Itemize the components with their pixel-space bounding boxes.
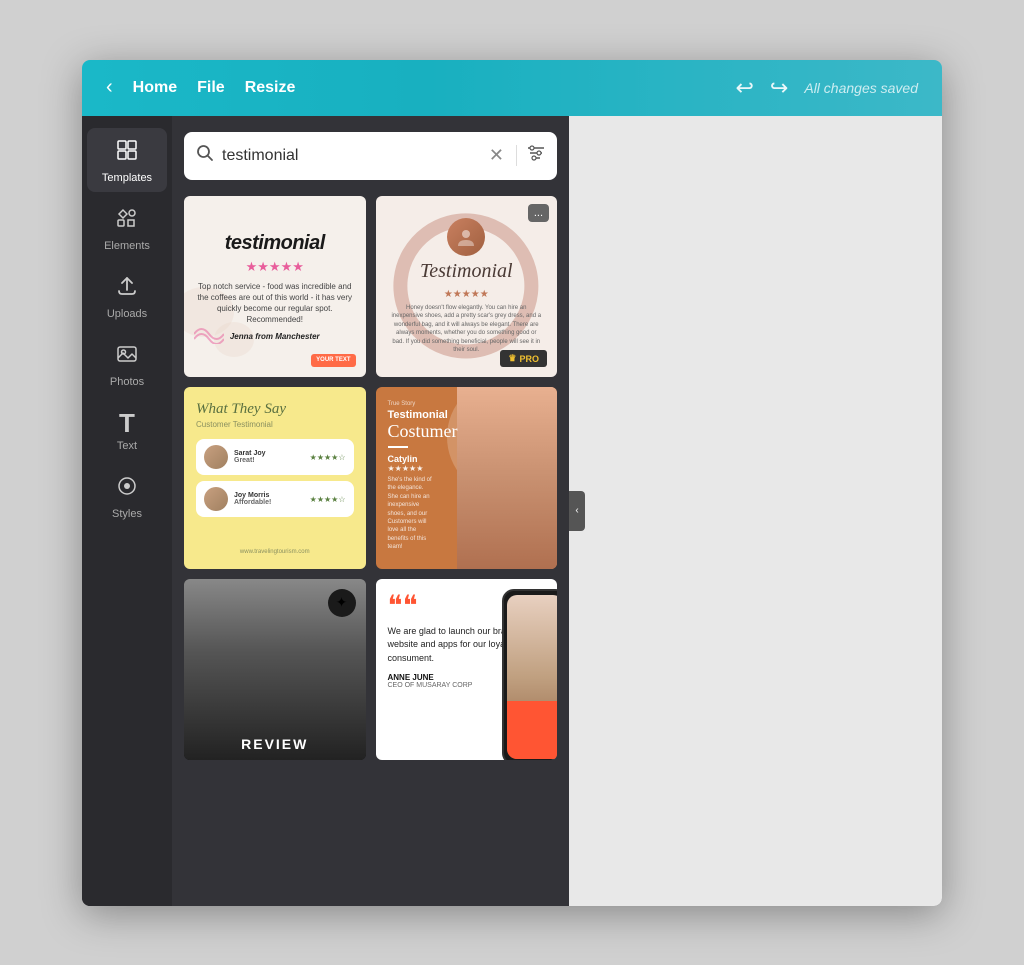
undo-button[interactable]: ↩ <box>735 75 753 101</box>
template-card-2[interactable]: Testimonial ★★★★★ Honey doesn't flow ele… <box>376 196 558 378</box>
card4-stars: ★★★★★ <box>388 464 475 473</box>
file-nav[interactable]: File <box>197 79 225 97</box>
search-icon <box>196 144 214 167</box>
sidebar-item-uploads[interactable]: Uploads <box>87 264 167 328</box>
card2-more-button[interactable]: ... <box>528 204 549 222</box>
search-input[interactable] <box>222 147 481 165</box>
elements-icon <box>115 206 139 236</box>
template-card-1[interactable]: testimonial ★★★★★ Top notch service - fo… <box>184 196 366 378</box>
card4-divider <box>388 446 408 448</box>
search-clear-button[interactable]: ✕ <box>489 145 504 166</box>
card4-name: Catylin <box>388 454 475 464</box>
templates-grid: testimonial ★★★★★ Top notch service - fo… <box>184 196 557 777</box>
card4-title1: Testimonial <box>388 409 475 421</box>
sidebar-item-text[interactable]: T Text <box>87 400 167 460</box>
save-status: All changes saved <box>804 80 918 96</box>
text-icon: T <box>119 410 135 436</box>
redo-button[interactable]: ↪ <box>770 75 788 101</box>
sidebar-styles-label: Styles <box>112 508 142 520</box>
templates-icon <box>115 138 139 168</box>
card1-body: Top notch service - food was incredible … <box>196 281 354 326</box>
home-nav[interactable]: Home <box>133 79 177 97</box>
resize-nav[interactable]: Resize <box>245 79 296 97</box>
top-bar-left: ‹ Home File Resize <box>106 76 295 99</box>
card4-quote: She's the kind of the elegance. She can … <box>388 476 436 552</box>
sidebar-item-styles[interactable]: Styles <box>87 464 167 528</box>
card4-small-label: True Story <box>388 401 475 407</box>
sidebar-item-photos[interactable]: Photos <box>87 332 167 396</box>
main-content: Templates Elements <box>82 116 942 906</box>
template-card-6[interactable]: ❝❝ We are glad to launch our brand new w… <box>376 579 558 761</box>
card1-stars: ★★★★★ <box>196 259 354 275</box>
card2-title: Testimonial <box>420 260 513 283</box>
card1-author: Jenna from Manchester <box>196 332 354 341</box>
template-card-3[interactable]: What They Say Customer Testimonial Sarat… <box>184 387 366 569</box>
template-card-4[interactable]: True Story Testimonial Costumer Catylin … <box>376 387 558 569</box>
sidebar-elements-label: Elements <box>104 240 150 252</box>
card4-title2: Costumer <box>388 421 475 442</box>
uploads-icon <box>115 274 139 304</box>
search-bar: ✕ <box>184 132 557 180</box>
sidebar-photos-label: Photos <box>110 376 144 388</box>
templates-panel: ✕ <box>172 116 569 906</box>
card2-body: Honey doesn't flow elegantly. You can hi… <box>390 304 544 354</box>
sidebar-item-elements[interactable]: Elements <box>87 196 167 260</box>
panel-collapse-button[interactable]: ‹ <box>569 491 585 531</box>
sidebar-text-label: Text <box>117 440 137 452</box>
sidebar-templates-label: Templates <box>102 172 152 184</box>
styles-icon <box>115 474 139 504</box>
card2-stars: ★★★★★ <box>444 289 489 300</box>
back-button[interactable]: ‹ <box>106 76 113 99</box>
search-filter-button[interactable] <box>516 145 545 166</box>
card1-title: testimonial <box>196 232 354 255</box>
sidebar-uploads-label: Uploads <box>107 308 147 320</box>
card2-pro-badge: ♛ PRO <box>500 350 547 367</box>
sidebar-item-templates[interactable]: Templates <box>87 128 167 192</box>
photos-icon <box>115 342 139 372</box>
canvas-area[interactable] <box>569 116 942 906</box>
sidebar: Templates Elements <box>82 116 172 906</box>
templates-scroll-area[interactable]: testimonial ★★★★★ Top notch service - fo… <box>184 196 557 906</box>
top-bar-actions: ↩ ↪ All changes saved <box>735 75 918 101</box>
top-bar: ‹ Home File Resize ↩ ↪ All changes saved <box>82 60 942 116</box>
template-card-5[interactable]: ✦ REVIEW <box>184 579 366 761</box>
